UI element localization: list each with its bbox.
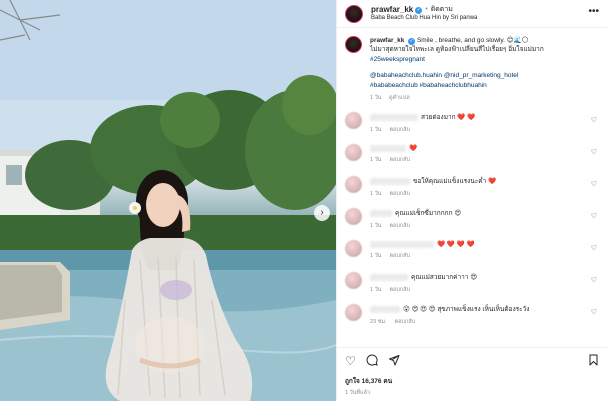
- comment-item: ❤️ ❤️ ❤️ ❤️ 1 วัน ตอบกลับ ♡: [345, 240, 599, 263]
- avatar[interactable]: [345, 112, 362, 130]
- post-time: 1 วันที่แล้ว: [345, 390, 371, 396]
- post-photo[interactable]: ›: [0, 0, 336, 401]
- comment-username[interactable]: [370, 209, 392, 217]
- header-text: prawfar_kk ✓ • ติดตาม Baba Beach Club Hu…: [371, 5, 477, 21]
- heart-icon[interactable]: ♡: [591, 212, 597, 220]
- caption-time: 1 วัน: [370, 95, 382, 102]
- post-panel: prawfar_kk ✓ • ติดตาม Baba Beach Club Hu…: [336, 0, 607, 401]
- comment-item: ❤️ 1 วัน ตอบกลับ ♡: [345, 144, 599, 167]
- location-link[interactable]: Baba Beach Club Hua Hin by Sri panwa: [371, 15, 477, 22]
- caption: prawfar_kk ✓ Smile , breathe, and go slo…: [345, 36, 599, 103]
- heart-icon[interactable]: ♡: [591, 276, 597, 284]
- comment-text: สวยต่องมาก ❤️ ❤️: [421, 114, 476, 122]
- comment-username[interactable]: [370, 177, 410, 185]
- reply-button[interactable]: ตอบกลับ: [389, 253, 410, 259]
- caption-hashtag[interactable]: #25weekspregnant: [370, 55, 592, 64]
- reply-button[interactable]: ตอบกลับ: [389, 223, 410, 229]
- caption-mentions[interactable]: @babaheachclub.huahin @nid_pr_marketing_…: [370, 71, 592, 80]
- send-icon[interactable]: [388, 354, 400, 368]
- comment-text: ขอให้คุณแม่แข็งแรงนะค่ำ ❤️: [413, 178, 497, 186]
- comment-time: 23 ชม.: [370, 319, 387, 326]
- comment-time: 1 วัน: [370, 157, 382, 164]
- likes-count[interactable]: ถูกใจ 16,376 คน: [345, 376, 599, 386]
- comment-item: คุณแม่สวยมากค่าาา 😍 1 วัน ตอบกลับ ♡: [345, 272, 599, 295]
- chevron-right-icon[interactable]: ›: [314, 205, 330, 221]
- comment-text: คุณแม่สวยมากค่าาา 😍: [411, 274, 478, 282]
- verified-icon: ✓: [415, 6, 423, 14]
- comment-username[interactable]: [370, 305, 400, 313]
- caption-username[interactable]: prawfar_kk: [370, 37, 404, 44]
- post-actions: ♡ ถูกใจ 16,376 คน 1 วันที่แล้ว: [337, 347, 607, 401]
- reply-button[interactable]: ตอบกลับ: [395, 319, 416, 325]
- more-horizontal-icon[interactable]: •••: [588, 7, 599, 17]
- comment-time: 1 วัน: [370, 127, 382, 134]
- comment-item: คุณแม่เซ็กซี่มากกกก 😍 1 วัน ตอบกลับ ♡: [345, 208, 599, 231]
- heart-icon[interactable]: ♡: [591, 116, 597, 124]
- comment-username[interactable]: [370, 144, 406, 152]
- reply-button[interactable]: ตอบกลับ: [389, 157, 410, 163]
- comments-list[interactable]: prawfar_kk ✓ Smile , breathe, and go slo…: [337, 29, 607, 347]
- photo-illustration: [0, 0, 336, 401]
- comment-text: ❤️ ❤️ ❤️ ❤️: [437, 241, 475, 249]
- heart-icon[interactable]: ♡: [591, 180, 597, 188]
- avatar[interactable]: [345, 240, 362, 258]
- bookmark-icon[interactable]: [588, 354, 599, 368]
- comment-username[interactable]: [370, 113, 418, 121]
- avatar[interactable]: [345, 144, 362, 162]
- heart-icon[interactable]: ♡: [591, 308, 597, 316]
- reply-button[interactable]: ตอบกลับ: [389, 287, 410, 293]
- separator-dot: •: [425, 6, 428, 14]
- post-header: prawfar_kk ✓ • ติดตาม Baba Beach Club Hu…: [337, 0, 607, 28]
- caption-hashtags[interactable]: #bababeachclub #babaheachclubhuahin: [370, 81, 592, 90]
- comment-time: 1 วัน: [370, 223, 382, 230]
- comment-username[interactable]: [370, 273, 408, 281]
- avatar[interactable]: [345, 36, 362, 53]
- comment-item: ขอให้คุณแม่แข็งแรงนะค่ำ ❤️ 1 วัน ตอบกลับ …: [345, 176, 599, 199]
- comment-text: คุณแม่เซ็กซี่มากกกก 😍: [395, 210, 462, 218]
- comment-time: 1 วัน: [370, 253, 382, 260]
- avatar[interactable]: [345, 272, 362, 290]
- comment-item: 😮 😍 😍 😍 สุขภาพแข็งแรง เห็นเห็นต้องระวัง …: [345, 304, 599, 327]
- translate-link[interactable]: ดูคำแปล: [389, 95, 410, 101]
- comment-item: สวยต่องมาก ❤️ ❤️ 1 วัน ตอบกลับ ♡: [345, 112, 599, 135]
- caption-line1: Smile , breathe, and go slowly. 😊🌊🌕: [416, 37, 529, 44]
- verified-icon: ✓: [408, 38, 416, 45]
- heart-icon[interactable]: ♡: [591, 244, 597, 252]
- comment-text: ❤️: [409, 145, 418, 153]
- comment-time: 1 วัน: [370, 287, 382, 294]
- avatar[interactable]: [345, 304, 362, 322]
- comment-icon[interactable]: [366, 354, 378, 368]
- header-username[interactable]: prawfar_kk: [371, 5, 413, 14]
- comment-text: 😮 😍 😍 😍 สุขภาพแข็งแรง เห็นเห็นต้องระวัง: [403, 306, 530, 314]
- comment-time: 1 วัน: [370, 191, 382, 198]
- reply-button[interactable]: ตอบกลับ: [389, 127, 410, 133]
- follow-button[interactable]: ติดตาม: [431, 6, 453, 14]
- caption-line2: ไม่มาสุดหายใจไทพะเล ดูท้องฟ้าเปลี่ยนสีไป…: [370, 46, 544, 54]
- avatar[interactable]: [345, 176, 362, 194]
- avatar[interactable]: [345, 208, 362, 226]
- comment-username[interactable]: [370, 240, 434, 248]
- heart-icon[interactable]: ♡: [591, 148, 597, 156]
- reply-button[interactable]: ตอบกลับ: [389, 191, 410, 197]
- heart-icon[interactable]: ♡: [345, 355, 356, 367]
- avatar[interactable]: [345, 4, 363, 23]
